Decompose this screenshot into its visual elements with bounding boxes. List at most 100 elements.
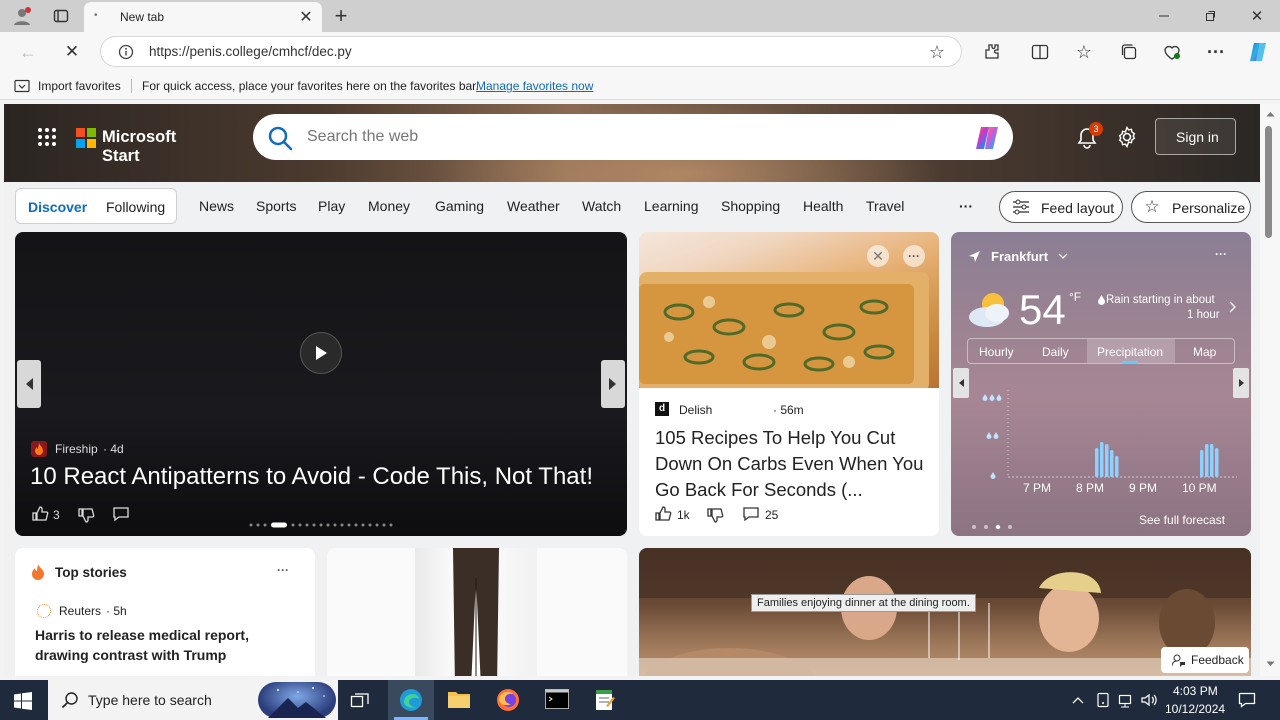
show-hidden-icons-icon[interactable] [1070, 692, 1086, 708]
carousel-next-icon[interactable] [601, 360, 625, 408]
notepad-icon[interactable] [594, 688, 616, 712]
nav-gaming[interactable]: Gaming [435, 198, 484, 214]
clock-time[interactable]: 4:03 PM [1173, 684, 1218, 698]
settings-gear-icon[interactable] [1116, 126, 1138, 148]
browser-essentials-icon[interactable] [1160, 40, 1184, 64]
weather-city[interactable]: Frankfurt [991, 249, 1048, 264]
split-screen-icon[interactable] [1028, 40, 1052, 64]
url-text[interactable]: https://penis.college/cmhcf/dec.py [149, 44, 352, 59]
nav-play[interactable]: Play [318, 198, 345, 214]
copilot-search-icon[interactable] [971, 123, 1003, 153]
favorites-icon[interactable]: ☆ [1072, 40, 1096, 64]
profile-icon[interactable] [10, 5, 34, 27]
nav-more-icon[interactable]: ··· [959, 198, 973, 214]
copilot-icon[interactable] [1244, 38, 1272, 66]
video-title[interactable]: 10 React Antipatterns to Avoid - Code Th… [30, 463, 593, 491]
nav-travel[interactable]: Travel [866, 198, 904, 214]
scroll-up-icon[interactable] [1264, 110, 1276, 118]
nav-sports[interactable]: Sports [256, 198, 296, 214]
terminal-icon[interactable] [545, 689, 569, 711]
manage-favorites-link[interactable]: Manage favorites now [476, 79, 593, 93]
weather-card[interactable]: Frankfurt ··· 54 °F Rain starting in abo… [951, 232, 1251, 536]
top-stories-title[interactable]: Top stories [55, 565, 127, 580]
like-count: 3 [53, 508, 60, 522]
feedback-button[interactable]: Feedback [1161, 647, 1249, 673]
comment-icon[interactable] [741, 505, 761, 523]
settings-more-icon[interactable]: ··· [1204, 40, 1228, 64]
weather-prev-icon[interactable] [953, 368, 969, 398]
tab-discover[interactable]: Discover [28, 199, 87, 215]
volume-icon[interactable] [1140, 691, 1158, 709]
microsoft-start-logo[interactable]: Microsoft Start [76, 127, 216, 165]
nav-weather[interactable]: Weather [507, 198, 560, 214]
personalize-button[interactable]: ☆ Personalize [1131, 191, 1251, 223]
network-icon[interactable] [1117, 691, 1135, 709]
image-caption-text: Families enjoying dinner at the dining r… [757, 597, 970, 609]
tab-actions-icon[interactable] [50, 5, 72, 27]
import-favorites-link[interactable]: Import favorites [38, 79, 121, 93]
back-icon[interactable]: ← [16, 40, 40, 64]
product-image-card[interactable] [327, 548, 627, 676]
taskbar-edge-app[interactable] [388, 680, 434, 720]
weather-tab-hourly[interactable]: Hourly [979, 345, 1014, 359]
search-box[interactable] [253, 114, 1013, 160]
sign-in-button[interactable]: Sign in [1155, 118, 1236, 155]
address-bar[interactable]: https://penis.college/cmhcf/dec.py ☆ [100, 36, 962, 67]
weather-more-icon[interactable]: ··· [1211, 246, 1231, 262]
taskbar-search-box[interactable]: Type here to search [48, 680, 338, 720]
apps-launcher-icon[interactable] [36, 126, 58, 148]
scroll-thumb[interactable] [1265, 126, 1272, 238]
nav-health[interactable]: Health [803, 198, 843, 214]
stop-loading-icon[interactable]: ✕ [60, 40, 84, 64]
video-hero-card[interactable]: Fireship · 4d 10 React Antipatterns to A… [15, 232, 627, 536]
maximize-icon[interactable] [1196, 4, 1224, 28]
nav-learning[interactable]: Learning [644, 198, 699, 214]
dislike-icon[interactable] [76, 506, 96, 524]
story-headline[interactable]: Harris to release medical report, drawin… [35, 625, 299, 665]
nav-watch[interactable]: Watch [582, 198, 621, 214]
windows-start-icon[interactable] [12, 690, 34, 712]
top-stories-more-icon[interactable]: ··· [277, 563, 289, 577]
weather-unit[interactable]: °F [1069, 290, 1081, 304]
minimize-icon[interactable] [1150, 4, 1178, 28]
feed-layout-button[interactable]: Feed layout [999, 191, 1123, 223]
city-dropdown-icon[interactable] [1057, 251, 1069, 261]
card-more-icon[interactable]: ··· [903, 245, 925, 267]
firefox-icon[interactable] [496, 688, 520, 712]
search-input[interactable] [307, 122, 907, 152]
dining-image-card[interactable]: Families enjoying dinner at the dining r… [639, 548, 1251, 676]
tab-following[interactable]: Following [106, 199, 165, 215]
page-scrollbar[interactable] [1260, 104, 1280, 676]
file-explorer-icon[interactable] [447, 689, 471, 711]
like-icon[interactable] [30, 505, 50, 523]
dismiss-card-icon[interactable]: ✕ [867, 245, 889, 267]
close-tab-icon[interactable]: ✕ [298, 9, 314, 26]
weather-tab-daily[interactable]: Daily [1042, 345, 1069, 359]
recipe-card[interactable]: ✕ ··· d Delish · 56m 105 Recipes To Help… [639, 232, 939, 536]
nav-money[interactable]: Money [368, 198, 410, 214]
extensions-icon[interactable] [980, 40, 1004, 64]
dislike-icon[interactable] [705, 506, 725, 524]
site-info-icon[interactable] [117, 43, 135, 61]
task-view-icon[interactable] [348, 690, 372, 712]
notification-center-icon[interactable] [1236, 690, 1258, 710]
clock-date[interactable]: 10/12/2024 [1165, 702, 1225, 716]
play-icon[interactable] [300, 332, 342, 374]
add-favorite-icon[interactable]: ☆ [927, 42, 947, 62]
tab-new-tab[interactable]: • New tab ✕ [84, 2, 322, 32]
like-icon[interactable] [653, 505, 673, 523]
comment-icon[interactable] [111, 505, 131, 523]
device-icon[interactable] [1094, 691, 1112, 709]
weather-tab-map[interactable]: Map [1193, 345, 1216, 359]
nav-news[interactable]: News [199, 198, 234, 214]
weather-tab-precipitation[interactable]: Precipitation [1097, 345, 1163, 359]
weather-details-chevron-icon[interactable] [1228, 300, 1238, 314]
collections-icon[interactable] [1117, 40, 1141, 64]
new-tab-icon[interactable]: + [330, 3, 352, 28]
scroll-down-icon[interactable] [1264, 660, 1276, 668]
carousel-prev-icon[interactable] [17, 360, 41, 408]
nav-shopping[interactable]: Shopping [721, 198, 780, 214]
see-full-forecast-link[interactable]: See full forecast [1139, 513, 1225, 527]
recipe-title[interactable]: 105 Recipes To Help You Cut Down On Carb… [655, 425, 927, 503]
close-window-icon[interactable]: ✕ [1242, 4, 1272, 28]
